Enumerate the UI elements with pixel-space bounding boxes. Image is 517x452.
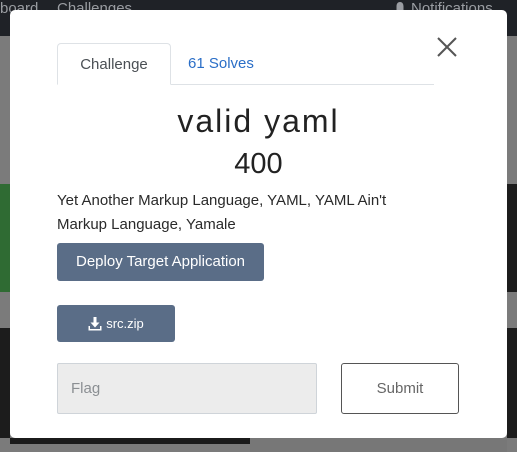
close-button[interactable] [434,34,460,60]
challenge-points: 400 [234,148,283,180]
download-file-button[interactable]: src.zip [57,305,175,342]
challenge-description: Yet Another Markup Language, YAML, YAML … [57,192,387,233]
challenge-modal: Challenge 61 Solves valid yaml 400 Yet A… [10,10,507,438]
deploy-target-button[interactable]: Deploy Target Application [57,243,264,281]
background-card [507,328,517,438]
submit-button[interactable]: Submit [341,363,459,414]
flag-input[interactable] [57,363,317,414]
background-page [250,438,507,452]
close-icon [437,37,457,57]
background-card [507,184,517,292]
tab-challenge[interactable]: Challenge [57,43,171,85]
background-card [10,438,250,444]
tab-solves[interactable]: 61 Solves [172,43,270,85]
background-card [0,328,10,438]
file-name: src.zip [106,316,144,331]
background-card [0,184,10,292]
download-icon [88,316,102,330]
challenge-name: valid yaml [177,103,340,139]
